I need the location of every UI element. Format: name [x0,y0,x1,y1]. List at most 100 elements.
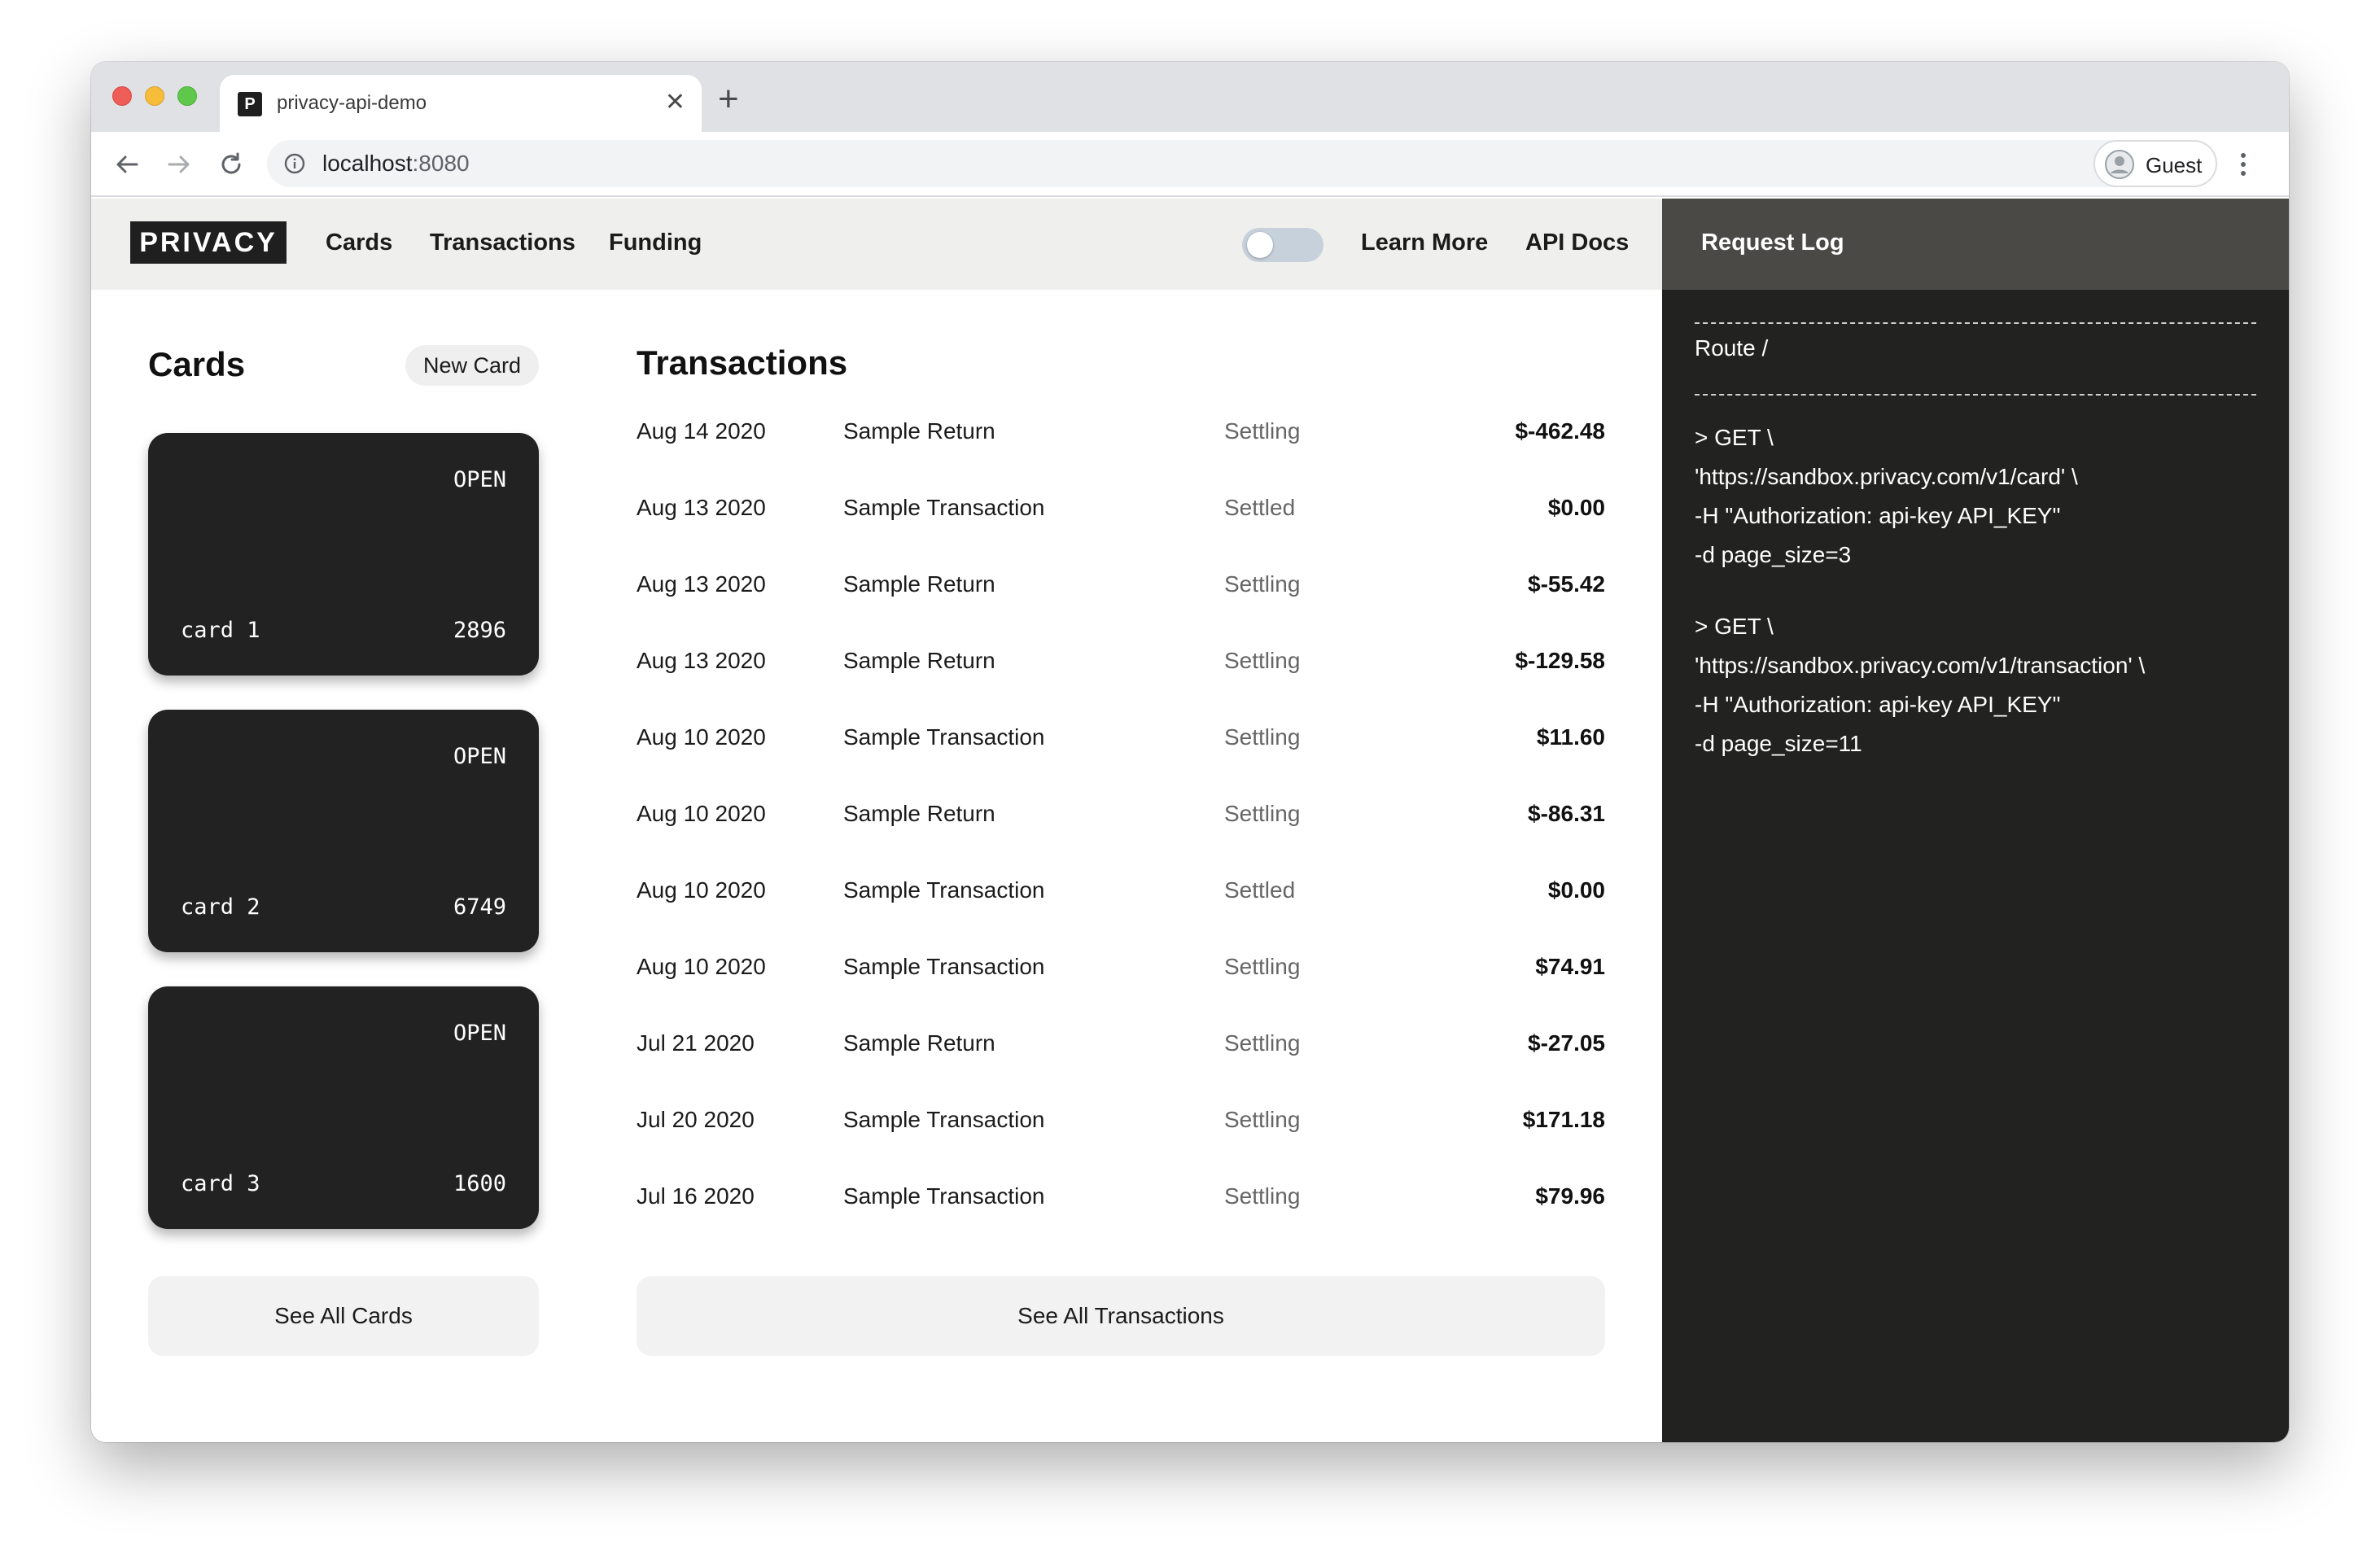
forward-arrow-icon[interactable] [163,148,195,181]
log-route: Route / [1695,335,1769,361]
cards-title: Cards [148,345,246,383]
divider [1695,394,2256,396]
card-state: OPEN [453,1021,506,1046]
transaction-row[interactable]: Jul 16 2020 Sample Transaction Settling … [637,1177,1605,1218]
txn-description: Sample Transaction [843,495,1045,520]
profile-button[interactable]: Guest [2093,140,2217,187]
app-header: PRIVACY Cards Transactions Funding Learn… [91,199,1662,290]
txn-date: Aug 10 2020 [637,801,766,826]
nav-cards[interactable]: Cards [326,230,392,256]
url-text: localhost:8080 [322,151,470,177]
back-arrow-icon[interactable] [111,148,143,181]
txn-status: Settled [1224,495,1296,520]
browser-tab[interactable]: P privacy-api-demo ✕ [220,75,702,132]
txn-description: Sample Return [843,418,995,444]
app-content: PRIVACY Cards Transactions Funding Learn… [91,199,2289,1442]
card-last4: 1600 [453,1171,506,1196]
txn-description: Sample Return [843,1030,995,1056]
log-line: -d page_size=11 [1695,731,1862,756]
card-state: OPEN [453,744,506,769]
txn-amount: $-462.48 [1515,418,1605,444]
transaction-row[interactable]: Aug 14 2020 Sample Return Settling $-462… [637,412,1605,453]
see-all-transactions-button[interactable]: See All Transactions [637,1276,1605,1356]
txn-status: Settling [1224,418,1301,444]
card-name: card 2 [181,894,260,920]
txn-amount: $-129.58 [1515,648,1605,673]
txn-date: Aug 13 2020 [637,571,766,597]
txn-description: Sample Return [843,648,995,673]
txn-amount: $-27.05 [1528,1030,1605,1056]
txn-amount: $74.91 [1535,954,1605,979]
url-host: localhost [322,151,413,176]
mode-toggle[interactable] [1242,228,1323,262]
request-log-header: Request Log [1662,199,2289,290]
favicon-icon: P [238,92,262,116]
txn-amount: $171.18 [1522,1107,1605,1132]
transaction-row[interactable]: Aug 10 2020 Sample Transaction Settling … [637,718,1605,759]
txn-description: Sample Return [843,801,995,826]
txn-date: Jul 16 2020 [637,1183,755,1209]
close-tab-icon[interactable]: ✕ [665,88,685,117]
card-tile[interactable]: OPEN card 1 2896 [148,433,539,676]
txn-date: Aug 14 2020 [637,418,766,444]
txn-amount: $0.00 [1547,877,1605,903]
url-port: :8080 [412,151,470,176]
card-tile[interactable]: OPEN card 3 1600 [148,986,539,1229]
close-window-button[interactable] [112,86,132,106]
card-last4: 6749 [453,894,506,920]
nav-api-docs[interactable]: API Docs [1525,230,1629,256]
txn-status: Settling [1224,1107,1301,1132]
reload-icon[interactable] [215,148,247,181]
txn-status: Settling [1224,1030,1301,1056]
info-icon[interactable] [283,152,306,175]
txn-amount: $-55.42 [1528,571,1605,597]
tab-title: privacy-api-demo [277,92,427,114]
privacy-logo[interactable]: PRIVACY [130,221,287,264]
transactions-title: Transactions [637,343,848,382]
card-last4: 2896 [453,618,506,643]
see-all-cards-button[interactable]: See All Cards [148,1276,539,1356]
card-state: OPEN [453,467,506,492]
transaction-row[interactable]: Jul 21 2020 Sample Return Settling $-27.… [637,1024,1605,1065]
toggle-knob [1247,232,1273,258]
nav-learn-more[interactable]: Learn More [1361,230,1488,256]
transaction-row[interactable]: Aug 13 2020 Sample Return Settling $-55.… [637,565,1605,606]
new-card-button[interactable]: New Card [405,345,539,386]
txn-date: Jul 20 2020 [637,1107,755,1132]
request-log-title: Request Log [1701,230,1844,256]
txn-date: Aug 10 2020 [637,954,766,979]
log-line: -H "Authorization: api-key API_KEY" [1695,503,2061,528]
log-line: 'https://sandbox.privacy.com/v1/transact… [1695,653,2146,678]
log-line: 'https://sandbox.privacy.com/v1/card' \ [1695,464,2078,489]
txn-status: Settling [1224,801,1301,826]
txn-amount: $-86.31 [1528,801,1605,826]
main-panel: PRIVACY Cards Transactions Funding Learn… [91,199,1662,1442]
more-menu-icon[interactable] [2237,150,2250,179]
txn-date: Aug 10 2020 [637,724,766,750]
txn-status: Settled [1224,877,1296,903]
txn-description: Sample Return [843,571,995,597]
divider [1695,322,2256,324]
address-bar[interactable]: localhost:8080 [267,140,2175,187]
txn-amount: $0.00 [1547,495,1605,520]
minimize-window-button[interactable] [145,86,164,106]
transaction-row[interactable]: Aug 10 2020 Sample Transaction Settling … [637,947,1605,988]
txn-amount: $11.60 [1536,724,1605,750]
transaction-row[interactable]: Aug 13 2020 Sample Return Settling $-129… [637,641,1605,682]
card-name: card 3 [181,1171,260,1196]
maximize-window-button[interactable] [177,86,197,106]
txn-description: Sample Transaction [843,1183,1045,1209]
transaction-row[interactable]: Aug 13 2020 Sample Transaction Settled $… [637,488,1605,529]
nav-transactions[interactable]: Transactions [430,230,575,256]
card-tile[interactable]: OPEN card 2 6749 [148,710,539,952]
nav-funding[interactable]: Funding [609,230,702,256]
txn-status: Settling [1224,724,1301,750]
transaction-row[interactable]: Jul 20 2020 Sample Transaction Settling … [637,1100,1605,1141]
transaction-row[interactable]: Aug 10 2020 Sample Return Settling $-86.… [637,794,1605,835]
log-line: -d page_size=3 [1695,542,1852,567]
transaction-row[interactable]: Aug 10 2020 Sample Transaction Settled $… [637,871,1605,912]
browser-window: P privacy-api-demo ✕ + localhost:8080 Gu… [91,62,2289,1442]
new-tab-icon[interactable]: + [718,81,739,117]
card-name: card 1 [181,618,260,643]
log-line: -H "Authorization: api-key API_KEY" [1695,692,2061,717]
